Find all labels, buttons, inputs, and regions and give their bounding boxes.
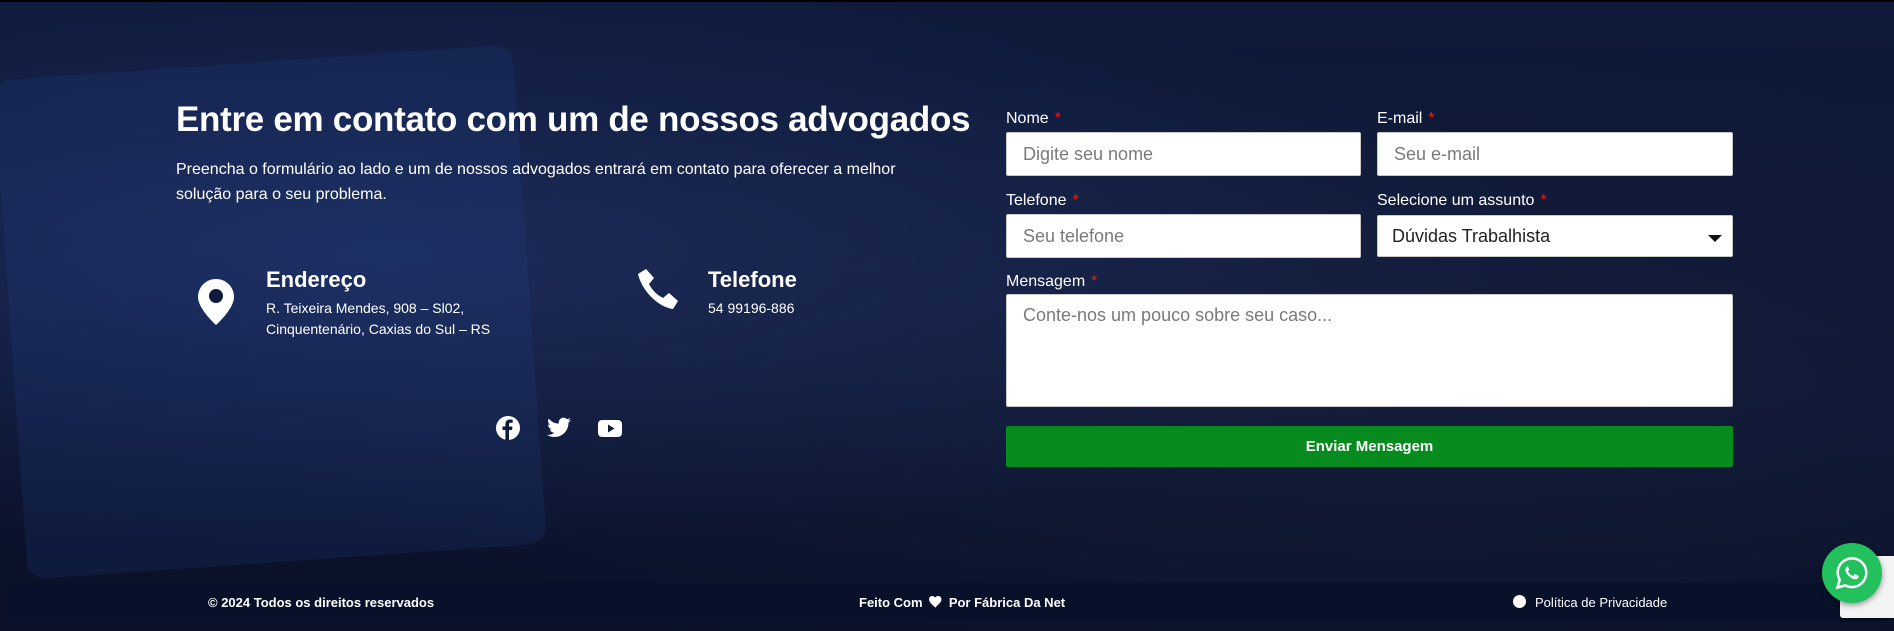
message-textarea[interactable]: Conte-nos um pouco sobre seu caso... — [1006, 294, 1733, 407]
name-input[interactable]: Digite seu nome — [1006, 132, 1361, 176]
youtube-icon[interactable] — [597, 415, 623, 446]
privacy-policy-link[interactable]: Política de Privacidade — [1535, 595, 1667, 610]
phone-input[interactable]: Seu telefone — [1006, 214, 1361, 258]
phone-icon — [636, 267, 682, 318]
contact-section: Entre em contato com um de nossos advoga… — [0, 0, 1894, 631]
name-label: Nome * — [1006, 110, 1061, 127]
email-label: E-mail * — [1377, 110, 1435, 127]
page-title: Entre em contato com um de nossos advoga… — [176, 100, 971, 139]
heart-icon — [929, 596, 942, 608]
subject-label: Selecione um assunto * — [1377, 192, 1547, 209]
message-label: Mensagem * — [1006, 273, 1098, 290]
submit-button[interactable]: Enviar Mensagem — [1006, 426, 1733, 467]
whatsapp-icon — [1835, 557, 1868, 590]
phone-number: 54 99196-886 — [708, 300, 795, 316]
email-input[interactable]: Seu e-mail — [1377, 132, 1733, 176]
phone-label: Telefone * — [1006, 192, 1079, 209]
subject-value: Dúvidas Trabalhista — [1392, 225, 1551, 246]
made-with-credit[interactable]: Feito Com Por Fábrica Da Net — [859, 595, 1065, 610]
address-line-2: Cinquentenário, Caxias do Sul – RS — [266, 321, 491, 337]
privacy-bullet-icon — [1513, 595, 1526, 608]
chevron-down-icon — [1708, 235, 1722, 242]
whatsapp-button[interactable] — [1822, 543, 1882, 603]
address-title: Endereço — [266, 267, 367, 292]
footer: © 2024 Todos os direitos reservados Feit… — [8, 583, 1886, 622]
subject-select[interactable]: Dúvidas Trabalhista — [1377, 215, 1733, 257]
copyright-text: © 2024 Todos os direitos reservados — [208, 595, 435, 610]
map-pin-icon — [198, 279, 234, 330]
twitter-icon[interactable] — [546, 415, 572, 446]
page-subtitle: Preencha o formulário ao lado e um de no… — [176, 161, 896, 203]
address-line-1: R. Teixeira Mendes, 908 – Sl02, — [266, 300, 465, 316]
phone-title: Telefone — [708, 267, 797, 292]
facebook-icon[interactable] — [495, 415, 521, 446]
